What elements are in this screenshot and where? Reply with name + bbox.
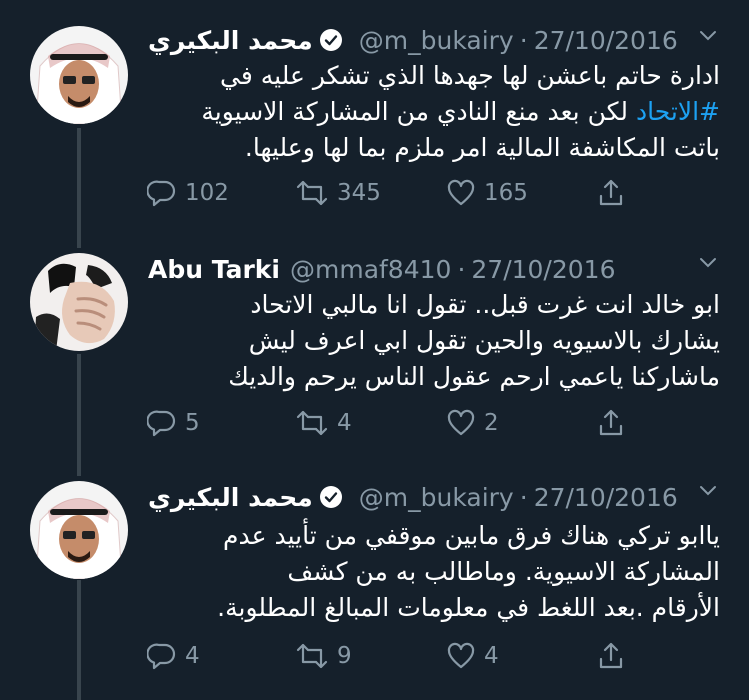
like-button[interactable]: 2 xyxy=(446,408,499,438)
retweet-count: 345 xyxy=(337,180,381,206)
reply-button[interactable]: 102 xyxy=(147,178,229,208)
retweet-count: 9 xyxy=(337,643,352,669)
tweet-line: ابو خالد انت غرت قبل.. تقول انا مالبي ال… xyxy=(250,290,720,319)
like-count: 4 xyxy=(484,643,499,669)
retweet-button[interactable]: 9 xyxy=(295,641,352,671)
heart-icon xyxy=(447,642,475,669)
share-button[interactable] xyxy=(596,178,634,208)
reply-count: 102 xyxy=(185,180,229,206)
avatar[interactable] xyxy=(30,26,128,124)
retweet-button[interactable]: 4 xyxy=(295,408,352,438)
tweet-line: يشارك بالاسيويه والحين تقول ابي اعرف ليش xyxy=(248,326,720,355)
verified-badge-icon xyxy=(319,485,343,509)
tweet-date[interactable]: 27/10/2016 xyxy=(471,255,615,284)
tweet-line: باتت المكاشفة المالية امر ملزم بما لها و… xyxy=(244,133,720,162)
author-handle[interactable]: @m_bukairy xyxy=(359,483,514,512)
chevron-down-icon[interactable] xyxy=(697,479,719,501)
author-handle[interactable]: @mmaf8410 xyxy=(290,255,451,284)
tweet-line: #الاتحاد لكن بعد منع النادي من المشاركة … xyxy=(201,97,720,126)
hashtag-link[interactable]: #الاتحاد xyxy=(636,97,720,126)
reply-icon xyxy=(147,180,176,207)
tweet[interactable]: Abu Tarki @mmaf8410 · 27/10/2016 ابو خال… xyxy=(0,245,749,455)
share-icon xyxy=(599,642,623,669)
tweet-text: ادارة حاتم باعشن لها جهدها الذي تشكر علي… xyxy=(150,58,720,166)
author-handle[interactable]: @m_bukairy xyxy=(359,26,514,55)
reply-count: 5 xyxy=(185,410,200,436)
heart-icon xyxy=(447,409,475,436)
reply-count: 4 xyxy=(185,643,200,669)
tweet-actions: 5 4 2 xyxy=(140,408,640,448)
tweet-line: الأرقام .بعد اللغط في معلومات المبالغ ال… xyxy=(217,593,720,622)
tweet-text: ابو خالد انت غرت قبل.. تقول انا مالبي ال… xyxy=(150,287,720,395)
separator-dot: · xyxy=(457,254,466,284)
share-icon xyxy=(599,409,623,436)
like-count: 2 xyxy=(484,410,499,436)
avatar[interactable] xyxy=(30,481,128,579)
tweet-text: ياابو تركي هناك فرق مابين موقفي من تأييد… xyxy=(150,518,720,626)
chevron-down-icon[interactable] xyxy=(697,251,719,273)
tweet-date[interactable]: 27/10/2016 xyxy=(534,26,678,55)
retweet-icon xyxy=(296,643,328,669)
tweet-actions: 102 345 165 xyxy=(140,178,640,218)
avatar[interactable] xyxy=(30,253,128,351)
verified-badge-icon xyxy=(319,28,343,52)
share-button[interactable] xyxy=(596,408,634,438)
tweet[interactable]: محمد البكيري @m_bukairy · 27/10/2016 ادا… xyxy=(0,18,749,228)
share-icon xyxy=(599,179,623,206)
tweet[interactable]: محمد البكيري @m_bukairy · 27/10/2016 ياا… xyxy=(0,473,749,700)
reply-button[interactable]: 4 xyxy=(147,641,200,671)
tweet-header: محمد البكيري @m_bukairy · 27/10/2016 xyxy=(148,477,678,517)
like-count: 165 xyxy=(484,180,528,206)
share-button[interactable] xyxy=(596,641,634,671)
tweet-line: ماشاركنا ياعمي ارحم عقول الناس يرحم والد… xyxy=(228,362,720,391)
author-name[interactable]: Abu Tarki xyxy=(148,255,280,284)
tweet-header: محمد البكيري @m_bukairy · 27/10/2016 xyxy=(148,20,678,60)
chevron-down-icon[interactable] xyxy=(697,24,719,46)
retweet-icon xyxy=(296,410,328,436)
reply-button[interactable]: 5 xyxy=(147,408,200,438)
like-button[interactable]: 4 xyxy=(446,641,499,671)
tweet-date[interactable]: 27/10/2016 xyxy=(534,483,678,512)
retweet-count: 4 xyxy=(337,410,352,436)
like-button[interactable]: 165 xyxy=(446,178,528,208)
author-name[interactable]: محمد البكيري xyxy=(148,483,313,512)
retweet-icon xyxy=(296,180,328,206)
reply-icon xyxy=(147,643,176,670)
tweet-header: Abu Tarki @mmaf8410 · 27/10/2016 xyxy=(148,249,615,289)
tweet-line: ياابو تركي هناك فرق مابين موقفي من تأييد… xyxy=(223,521,720,550)
tweet-actions: 4 9 4 xyxy=(140,641,640,681)
author-name[interactable]: محمد البكيري xyxy=(148,26,313,55)
separator-dot: · xyxy=(519,25,528,55)
retweet-button[interactable]: 345 xyxy=(295,178,381,208)
reply-icon xyxy=(147,410,176,437)
separator-dot: · xyxy=(519,482,528,512)
tweet-line: ادارة حاتم باعشن لها جهدها الذي تشكر علي… xyxy=(220,61,720,90)
tweet-line: المشاركة الاسيوية. وماطالب به من كشف xyxy=(287,557,720,586)
heart-icon xyxy=(447,179,475,206)
